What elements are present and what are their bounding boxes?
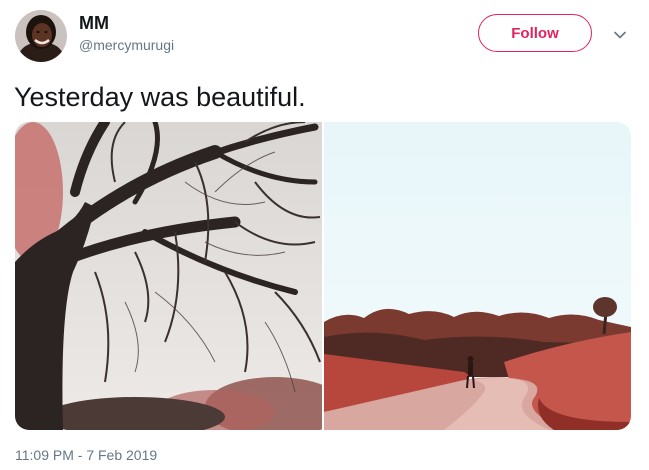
- photo-road[interactable]: [324, 122, 631, 430]
- tweet-card: MM @mercymurugi Follow Yesterday was bea…: [0, 0, 649, 470]
- avatar[interactable]: [15, 10, 67, 62]
- avatar-image: [15, 10, 67, 62]
- tweet-timestamp[interactable]: 11:09 PM - 7 Feb 2019: [15, 446, 157, 464]
- chevron-down-icon[interactable]: [612, 27, 628, 43]
- user-handle[interactable]: @mercymurugi: [79, 36, 174, 54]
- follow-button[interactable]: Follow: [478, 14, 592, 52]
- tweet-text: Yesterday was beautiful.: [14, 82, 306, 112]
- photo-tree[interactable]: [15, 122, 322, 430]
- display-name[interactable]: MM: [79, 12, 109, 34]
- media-grid: [15, 122, 631, 430]
